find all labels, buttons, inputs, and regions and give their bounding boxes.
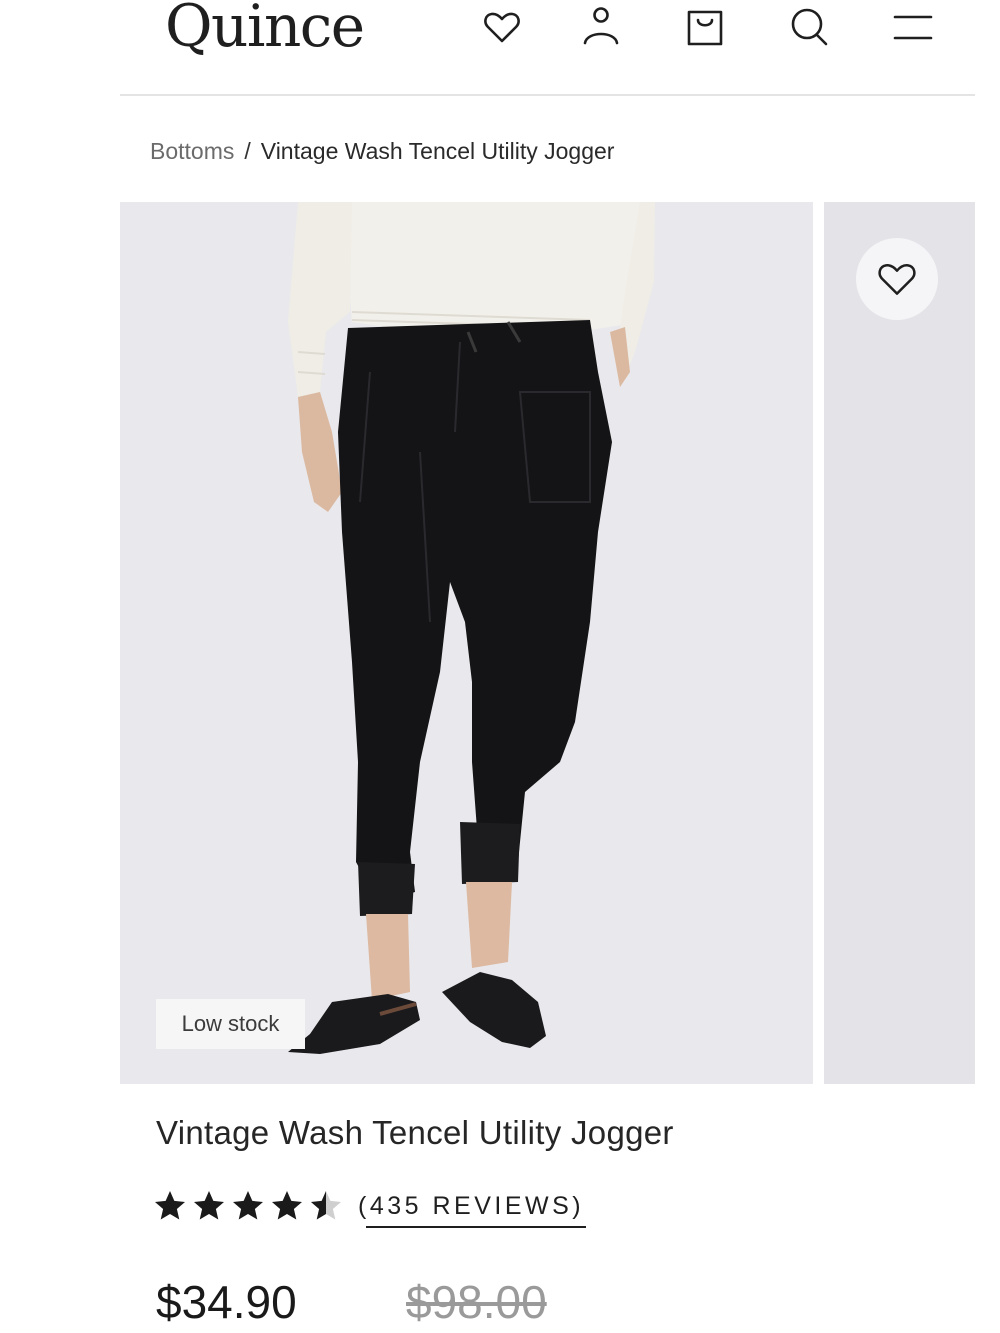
quince-logo[interactable]: Quince	[165, 0, 365, 60]
breadcrumb: Bottoms / Vintage Wash Tencel Utility Jo…	[150, 138, 614, 165]
low-stock-badge: Low stock	[156, 999, 305, 1049]
product-image-next[interactable]	[824, 202, 975, 1084]
star-full-icon	[233, 1191, 263, 1220]
star-full-icon	[272, 1191, 302, 1220]
header-divider	[120, 94, 975, 96]
star-half-icon	[311, 1191, 341, 1220]
breadcrumb-separator: /	[244, 138, 251, 164]
search-icon[interactable]	[786, 4, 832, 50]
reviews-link-underline	[366, 1226, 586, 1228]
product-page: Quince Bottoms / Vintage Wash Tencel Uti…	[0, 0, 1000, 1333]
breadcrumb-bottoms-link[interactable]: Bottoms	[150, 138, 234, 165]
product-title: Vintage Wash Tencel Utility Jogger	[156, 1114, 674, 1151]
menu-icon[interactable]	[890, 4, 936, 50]
breadcrumb-current: Vintage Wash Tencel Utility Jogger	[260, 138, 615, 164]
wishlist-heart-icon[interactable]	[479, 4, 525, 50]
star-rating	[152, 1188, 344, 1224]
site-header: Quince	[0, 0, 1000, 96]
sale-price: $34.90	[156, 1276, 297, 1328]
star-full-icon	[155, 1191, 185, 1220]
add-to-wishlist-button[interactable]	[856, 238, 938, 320]
star-full-icon	[194, 1191, 224, 1220]
product-rating: (435 REVIEWS)	[152, 1188, 584, 1224]
product-photo	[120, 202, 813, 1084]
product-image-main[interactable]	[120, 202, 813, 1084]
account-icon[interactable]	[578, 4, 624, 50]
reviews-link[interactable]: (435 REVIEWS)	[358, 1192, 584, 1221]
shopping-bag-icon[interactable]	[682, 4, 728, 50]
heart-icon	[878, 264, 916, 295]
original-price: $98.00	[406, 1276, 547, 1328]
